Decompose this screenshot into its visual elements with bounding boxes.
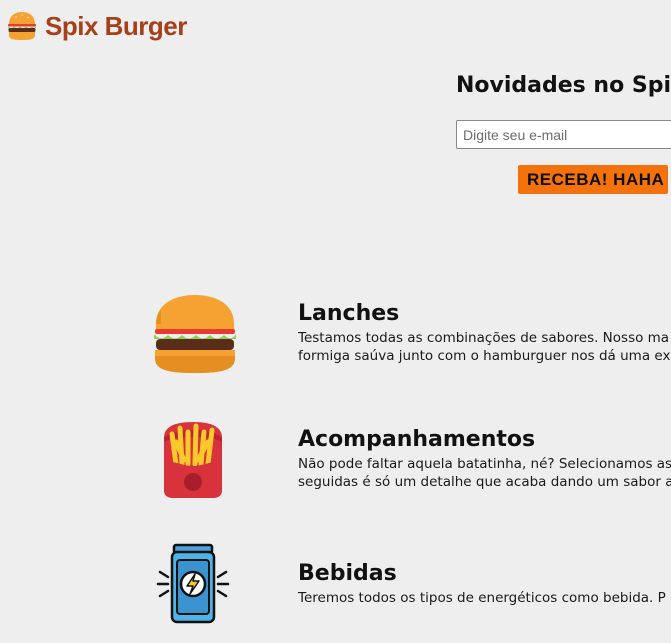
energy-drink-icon [156, 543, 230, 624]
feature-title: Bebidas [298, 561, 397, 586]
email-input[interactable] [456, 120, 671, 149]
feature-bebidas: Bebidas Teremos todos os tipos de energé… [150, 542, 671, 632]
feature-description-line: seguidas é só um detalhe que acaba dando… [298, 474, 671, 490]
feature-description: Testamos todas as combinações de sabores… [298, 329, 671, 365]
burger-icon [8, 12, 36, 40]
newsletter-title: Novidades no Spix B [456, 73, 671, 98]
burger-icon [154, 295, 236, 373]
logo[interactable]: Spix Burger [6, 10, 187, 42]
feature-description-line: Testamos todas as combinações de sabores… [298, 330, 670, 346]
feature-description: Não pode faltar aquela batatinha, né? Se… [298, 455, 671, 491]
feature-acompanhamentos: Acompanhamentos Não pode faltar aquela b… [150, 418, 671, 508]
feature-description-line: Teremos todos os tipos de energéticos co… [298, 590, 666, 606]
logo-text: Spix Burger [45, 11, 187, 41]
feature-description: Teremos todos os tipos de energéticos co… [298, 589, 671, 607]
feature-title: Acompanhamentos [298, 427, 536, 452]
subscribe-button[interactable]: RECEBA! HAHA [518, 165, 668, 194]
fries-icon [164, 422, 222, 498]
feature-description-line: formiga saúva junto com o hamburguer nos… [298, 348, 671, 364]
feature-lanches: Lanches Testamos todas as combinações de… [150, 292, 671, 382]
feature-description-line: Não pode faltar aquela batatinha, né? Se… [298, 456, 671, 472]
feature-title: Lanches [298, 301, 400, 326]
page: Spix Burger Novidades no Spix B RECEBA! … [0, 0, 671, 643]
